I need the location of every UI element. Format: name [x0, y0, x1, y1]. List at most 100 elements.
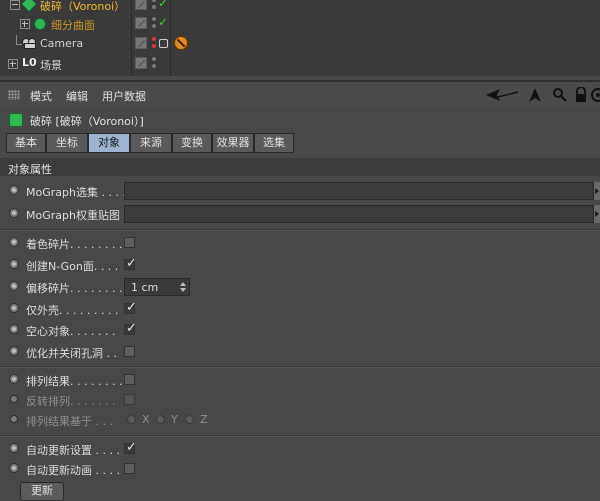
lock-icon[interactable] — [573, 87, 589, 103]
menu-edit[interactable]: 编辑 — [66, 88, 88, 104]
editor-render-dots-icon[interactable] — [151, 17, 157, 31]
attr-label: 优化并关闭孔洞 . . — [26, 347, 117, 360]
mograph-selection-field[interactable] — [124, 182, 594, 200]
tab-selections[interactable]: 选集 — [254, 133, 294, 153]
attr-label: 仅外壳. . . . . . . . . — [26, 304, 119, 317]
tree-item-label: 破碎（Voronoi） — [40, 0, 126, 13]
tree-item-scene[interactable]: L0 场景 — [0, 55, 600, 74]
create-ngon-checkbox[interactable]: ✓ — [124, 256, 137, 271]
menu-mode[interactable]: 模式 — [30, 88, 52, 104]
layer-l0-icon: L0 — [22, 56, 37, 69]
mograph-weight-field[interactable] — [124, 205, 594, 223]
animate-radio-icon[interactable] — [9, 303, 19, 313]
optimize-close-holes-checkbox[interactable] — [124, 346, 135, 357]
color-fragments-checkbox[interactable] — [124, 237, 135, 248]
sort-results-checkbox[interactable] — [124, 374, 135, 385]
search-icon[interactable] — [552, 87, 568, 103]
tab-transform[interactable]: 变换 — [172, 133, 212, 153]
camera-target-tag-icon[interactable] — [159, 39, 168, 48]
visibility-toggle-icon[interactable] — [135, 17, 147, 29]
checkmark-icon: ✓ — [126, 256, 137, 271]
attr-row-sort-based-on: 排列结果基于 . . . X Y Z — [0, 410, 600, 430]
expand-icon[interactable] — [20, 19, 30, 29]
attr-row-mograph-weight: MoGraph权重贴图 — [0, 204, 600, 224]
new-window-icon[interactable] — [590, 87, 600, 103]
update-button[interactable]: 更新 — [20, 482, 64, 501]
attr-row-color-fragments: 着色碎片. . . . . . . . — [0, 233, 600, 253]
hollow-object-checkbox[interactable]: ✓ — [124, 321, 137, 336]
axis-x-label: X — [142, 413, 150, 426]
subdivision-surface-icon — [34, 18, 46, 30]
object-title: 破碎 [破碎（Voronoi）] — [30, 115, 144, 128]
animate-radio-icon[interactable] — [9, 374, 19, 384]
spinner-arrows-icon[interactable] — [180, 282, 186, 292]
enabled-check-icon[interactable]: ✓ — [158, 15, 168, 29]
auto-update-settings-checkbox[interactable]: ✓ — [124, 440, 137, 455]
expand-arrow-icon[interactable] — [594, 205, 600, 223]
attr-label: 排列结果基于 . . . — [26, 415, 113, 428]
attr-row-outer-shell-only: 仅外壳. . . . . . . . . ✓ — [0, 299, 600, 319]
tab-effectors[interactable]: 效果器 — [212, 133, 254, 153]
animate-radio-icon[interactable] — [9, 237, 19, 247]
divider — [0, 366, 600, 368]
auto-update-animation-checkbox[interactable] — [124, 463, 135, 474]
attr-row-create-ngon: 创建N-Gon面. . . . ✓ — [0, 255, 600, 275]
checkmark-icon: ✓ — [126, 440, 137, 455]
axis-y-label: Y — [171, 413, 178, 426]
attr-label: MoGraph选集 . . . . — [26, 186, 126, 199]
attr-label: 偏移碎片. . . . . . . . — [26, 282, 123, 295]
axis-z-radio[interactable] — [185, 415, 194, 424]
editor-render-dots-icon[interactable] — [151, 37, 157, 51]
checkmark-icon: ✓ — [126, 321, 137, 336]
animate-radio-icon[interactable] — [10, 395, 18, 403]
axis-z-label: Z — [200, 413, 208, 426]
tab-object[interactable]: 对象 — [88, 133, 130, 153]
tab-basic[interactable]: 基本 — [6, 133, 46, 153]
collapse-icon[interactable] — [10, 0, 20, 10]
tab-coordinates[interactable]: 坐标 — [46, 133, 88, 153]
object-manager-tree: 破碎（Voronoi） ✓ 细分曲面 ✓ Camera L0 场景 — [0, 0, 600, 76]
attr-row-hollow-object: 空心对象. . . . . . . ✓ — [0, 320, 600, 340]
tab-source[interactable]: 来源 — [130, 133, 172, 153]
tree-item-camera[interactable]: Camera — [0, 35, 600, 54]
editor-render-dots-icon[interactable] — [151, 0, 157, 12]
divider — [0, 229, 600, 231]
animate-radio-icon[interactable] — [9, 443, 19, 453]
object-header: 破碎 [破碎（Voronoi）] — [0, 108, 600, 134]
enabled-check-icon[interactable]: ✓ — [158, 0, 168, 10]
outer-shell-only-checkbox[interactable]: ✓ — [124, 300, 137, 315]
expand-icon[interactable] — [8, 59, 18, 69]
visibility-toggle-icon[interactable] — [135, 37, 147, 49]
expand-arrow-icon[interactable] — [594, 182, 600, 200]
animate-radio-icon[interactable] — [9, 208, 19, 218]
attr-row-invert-sort: 反转排列. . . . . . . — [0, 390, 600, 410]
menu-user-data[interactable]: 用户数据 — [102, 88, 146, 104]
protection-tag-icon[interactable] — [174, 36, 188, 50]
pointer-arrow-icon[interactable] — [527, 87, 543, 103]
animate-radio-icon[interactable] — [9, 346, 19, 356]
visibility-toggle-icon[interactable] — [135, 57, 147, 69]
animate-radio-icon[interactable] — [9, 185, 19, 195]
voronoi-fracture-icon — [9, 113, 23, 127]
back-arrow-icon[interactable] — [484, 87, 520, 103]
attr-label: 自动更新设置 . . . . — [26, 444, 120, 457]
visibility-toggle-icon[interactable] — [135, 0, 147, 10]
animate-radio-icon[interactable] — [9, 324, 19, 334]
axis-x-radio[interactable] — [127, 415, 136, 424]
offset-fragments-input[interactable]: 1 cm — [124, 278, 190, 296]
tree-item-subdivision-surface[interactable]: 细分曲面 ✓ — [0, 15, 600, 34]
invert-sort-checkbox[interactable] — [124, 394, 135, 405]
axis-y-radio[interactable] — [156, 415, 165, 424]
animate-radio-icon[interactable] — [9, 281, 19, 291]
offset-value: 1 cm — [131, 281, 159, 294]
tree-item-label: Camera — [40, 37, 84, 50]
animate-radio-icon[interactable] — [9, 259, 19, 269]
tree-item-voronoi-fracture[interactable]: 破碎（Voronoi） ✓ — [0, 0, 600, 15]
animate-radio-icon[interactable] — [10, 415, 18, 423]
editor-render-dots-icon[interactable] — [151, 57, 157, 71]
animate-radio-icon[interactable] — [9, 463, 19, 473]
attr-row-mograph-selection: MoGraph选集 . . . . — [0, 181, 600, 201]
attr-label: 着色碎片. . . . . . . . — [26, 238, 123, 251]
tree-item-label: 场景 — [40, 59, 62, 72]
grip-icon[interactable] — [8, 90, 20, 100]
